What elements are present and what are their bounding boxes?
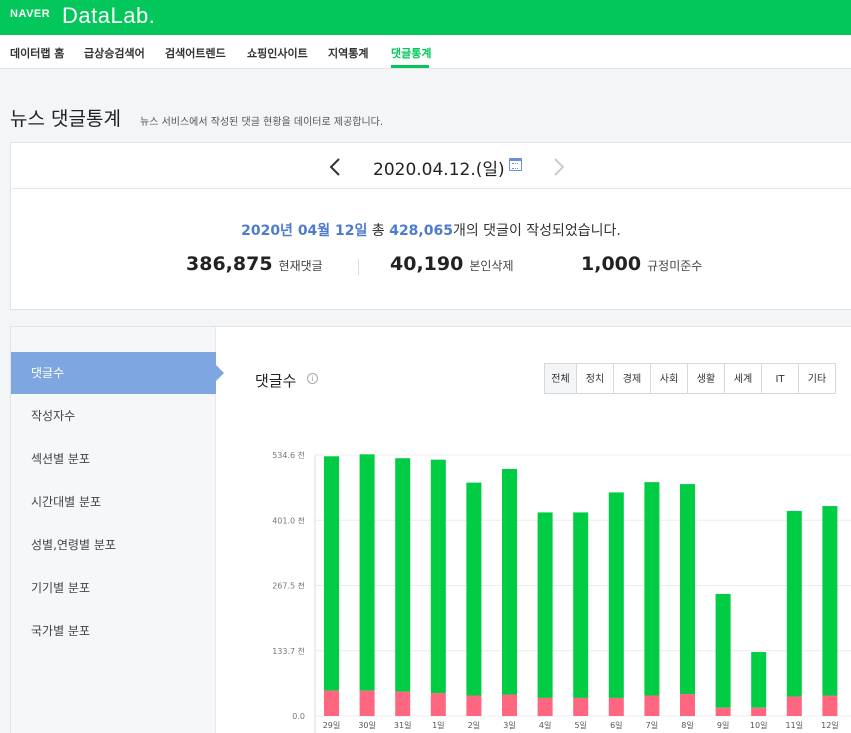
datalab-logo[interactable]: DataLab. — [62, 3, 155, 29]
y-tick-label: 133.7 천 — [272, 646, 305, 656]
stats-panel: 댓글수 작성자수 섹션별 분포 시간대별 분포 성별,연령별 분포 기기별 분포… — [10, 326, 851, 733]
stat-current-label: 현재댓글 — [278, 259, 323, 273]
top-bar: NAVER DataLab. — [0, 0, 851, 35]
bar-current-comments[interactable] — [502, 468, 517, 695]
bar-current-comments[interactable] — [608, 492, 624, 698]
x-tick-label: 2일 — [468, 721, 480, 730]
bar-deleted-comments[interactable] — [680, 694, 695, 716]
bar-deleted-comments[interactable] — [324, 690, 339, 716]
calendar-icon[interactable] — [509, 158, 522, 171]
x-tick-label: 7일 — [646, 721, 658, 730]
bar-current-comments[interactable] — [537, 512, 553, 698]
stat-divider — [358, 259, 359, 275]
bar-current-comments[interactable] — [573, 512, 589, 698]
bar-deleted-comments[interactable] — [537, 697, 553, 716]
stat-current-value: 386,875 — [186, 253, 273, 275]
x-tick-label: 3일 — [503, 721, 515, 730]
nav-item-search-trend[interactable]: 검색어트렌드 — [165, 45, 226, 61]
y-tick-label: 534.6 천 — [272, 450, 305, 460]
x-tick-label: 12일 — [821, 721, 839, 730]
bar-current-comments[interactable] — [680, 484, 695, 695]
comment-count-bar-chart: 0.0 133.7 천 267.5 천 401.0 천 534.6 천 29일 30일 31일… — [272, 450, 851, 733]
date-selector: 2020.04.12.(일) — [11, 143, 851, 189]
x-tick-label: 10일 — [750, 721, 768, 730]
stat-policy-violation-label: 규정미준수 — [647, 259, 703, 273]
main-nav: 데이터랩 홈 급상승검색어 검색어트렌드 쇼핑인사이트 지역통계 댓글통계 — [0, 35, 851, 69]
total-count: 428,065 — [389, 223, 453, 239]
nav-item-rising-search[interactable]: 급상승검색어 — [84, 45, 145, 61]
current-date: 2020.04.12.(일) — [373, 160, 505, 180]
y-tick-label: 267.5 천 — [272, 581, 305, 591]
bar-deleted-comments[interactable] — [573, 697, 589, 716]
bar-current-comments[interactable] — [324, 456, 339, 691]
bar-current-comments[interactable] — [715, 593, 731, 708]
nav-active-underline — [391, 65, 429, 68]
bar-deleted-comments[interactable] — [466, 695, 482, 716]
x-tick-label: 1일 — [432, 721, 444, 730]
bar-deleted-comments[interactable] — [608, 697, 624, 716]
bar-current-comments[interactable] — [466, 482, 482, 696]
bar-deleted-comments[interactable] — [644, 695, 660, 716]
nav-item-home[interactable]: 데이터랩 홈 — [10, 45, 64, 61]
stat-self-deleted: 40,190 본인삭제 — [390, 253, 514, 275]
total-suffix: 개의 댓글이 작성되었습니다. — [452, 223, 621, 239]
x-tick-label: 11일 — [786, 721, 804, 730]
bar-deleted-comments[interactable] — [751, 707, 767, 716]
x-tick-label: 31일 — [394, 721, 412, 730]
stat-policy-violation: 1,000 규정미준수 — [581, 253, 702, 275]
naver-logo[interactable]: NAVER — [10, 8, 50, 20]
summary-card: 2020.04.12.(일) 2020년 04월 12일 총 428,065개의… — [10, 142, 851, 310]
bar-deleted-comments[interactable] — [715, 707, 731, 716]
page-title: 뉴스 댓글통계 — [10, 108, 121, 130]
bar-current-comments[interactable] — [822, 506, 838, 696]
y-tick-label: 401.0 천 — [272, 515, 305, 525]
x-tick-label: 29일 — [323, 721, 341, 730]
chevron-left-icon[interactable] — [329, 157, 341, 177]
chevron-right-icon[interactable] — [553, 157, 565, 177]
bar-current-comments[interactable] — [430, 459, 446, 694]
x-tick-label: 8일 — [681, 721, 693, 730]
y-tick-label: 0.0 — [292, 712, 305, 721]
x-tick-label: 4일 — [539, 721, 551, 730]
bar-deleted-comments[interactable] — [786, 696, 802, 716]
bar-current-comments[interactable] — [644, 482, 660, 696]
bar-deleted-comments[interactable] — [502, 694, 517, 716]
total-comments-line: 2020년 04월 12일 총 428,065개의 댓글이 작성되었습니다. — [11, 220, 851, 240]
stat-current: 386,875 현재댓글 — [186, 253, 323, 275]
bar-current-comments[interactable] — [751, 652, 767, 708]
x-tick-label: 5일 — [574, 721, 586, 730]
stat-policy-violation-value: 1,000 — [581, 253, 642, 275]
page-description: 뉴스 서비스에서 작성된 댓글 현황을 데이터로 제공합니다. — [140, 117, 384, 128]
x-tick-label: 9일 — [717, 721, 729, 730]
nav-item-shopping-insight[interactable]: 쇼핑인사이트 — [247, 45, 308, 61]
nav-item-region-stats[interactable]: 지역통계 — [328, 45, 368, 61]
bar-deleted-comments[interactable] — [430, 693, 446, 716]
x-tick-label: 6일 — [610, 721, 622, 730]
bar-deleted-comments[interactable] — [395, 691, 411, 716]
stat-self-deleted-label: 본인삭제 — [469, 259, 514, 273]
bar-current-comments[interactable] — [395, 458, 411, 692]
bar-deleted-comments[interactable] — [359, 690, 375, 716]
nav-item-comment-stats[interactable]: 댓글통계 — [391, 45, 431, 61]
bar-current-comments[interactable] — [786, 510, 802, 697]
x-tick-label: 30일 — [358, 721, 376, 730]
bar-current-comments[interactable] — [359, 454, 375, 691]
stat-self-deleted-value: 40,190 — [390, 253, 464, 275]
bar-deleted-comments[interactable] — [822, 695, 838, 716]
total-mid: 총 — [367, 223, 390, 239]
total-date: 2020년 04월 12일 — [241, 223, 368, 239]
